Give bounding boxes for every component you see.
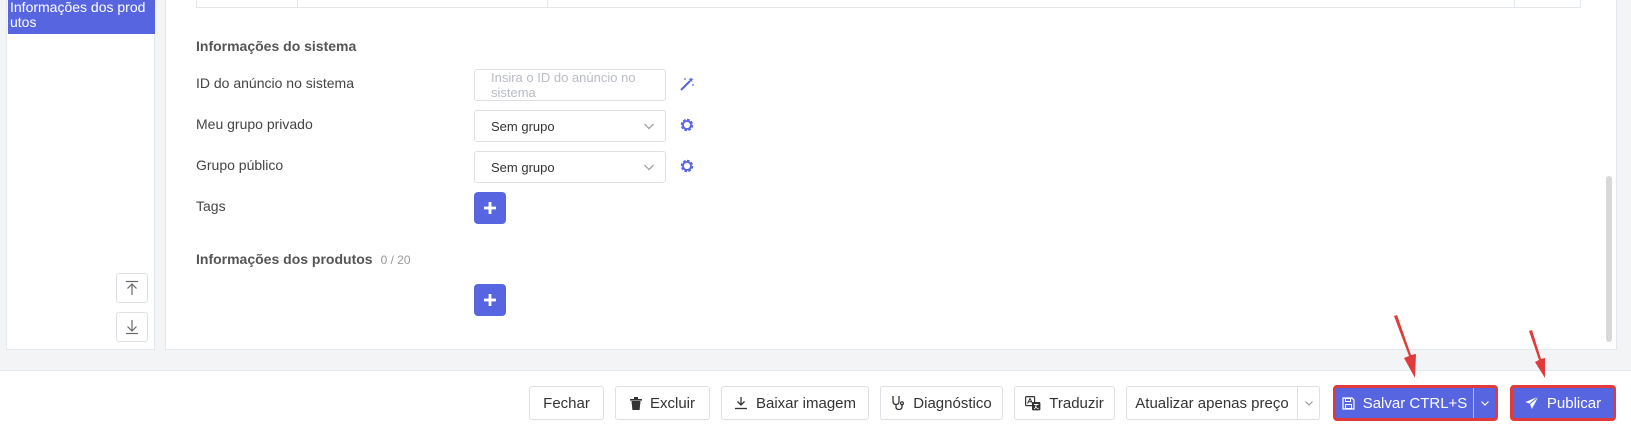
close-button-label: Fechar [543, 394, 590, 412]
gear-icon[interactable] [678, 116, 696, 134]
download-image-button[interactable]: Baixar imagem [721, 386, 869, 420]
magic-wand-icon[interactable] [678, 75, 696, 93]
delete-button[interactable]: Excluir [615, 386, 710, 420]
main-panel: Informações do sistema ID do anúncio no … [165, 0, 1617, 350]
sidebar-item-product-info[interactable]: Informações dos produtos [8, 0, 155, 34]
send-icon [1525, 396, 1539, 409]
tags-label: Tags [196, 198, 226, 214]
update-price-button[interactable]: Atualizar apenas preço [1126, 386, 1320, 420]
add-tag-button[interactable] [474, 192, 506, 224]
chevron-down-icon [644, 164, 654, 171]
delete-button-label: Excluir [649, 394, 695, 412]
save-button[interactable]: Salvar CTRL+S [1334, 386, 1497, 420]
system-info-title: Informações do sistema [196, 38, 357, 54]
translate-label: Traduzir [1049, 394, 1104, 412]
gear-icon[interactable] [678, 157, 696, 175]
close-button[interactable]: Fechar [529, 386, 604, 420]
save-icon [1342, 396, 1355, 410]
vertical-scrollbar[interactable] [1606, 176, 1612, 342]
translate-icon [1025, 395, 1041, 410]
sidebar: Informações dos produtos [6, 0, 155, 350]
ad-id-input[interactable]: Insira o ID do anúncio no sistema [474, 69, 666, 101]
footer-toolbar: Fechar Excluir Baixar imagem Diagnóstico… [0, 370, 1631, 436]
download-image-label: Baixar imagem [755, 394, 857, 412]
product-count: 0 / 20 [380, 253, 411, 267]
save-dropdown[interactable] [1473, 388, 1495, 418]
diagnostic-button[interactable]: Diagnóstico [880, 386, 1003, 420]
stethoscope-icon [892, 396, 905, 411]
translate-button[interactable]: Traduzir [1014, 386, 1115, 420]
chevron-down-icon [1304, 401, 1313, 406]
arrow-to-bottom-icon [126, 320, 138, 335]
public-group-select[interactable]: Sem grupo [474, 151, 666, 183]
update-price-label: Atualizar apenas preço [1135, 394, 1289, 412]
scroll-to-bottom-button[interactable] [116, 312, 148, 342]
arrow-to-top-icon [126, 280, 138, 295]
private-group-value: Sem grupo [491, 118, 555, 134]
trash-icon [629, 396, 642, 410]
scroll-to-top-button[interactable] [116, 273, 148, 303]
ad-id-label: ID do anúncio no sistema [196, 75, 354, 91]
add-product-button[interactable] [474, 284, 506, 316]
product-info-title-text: Informações dos produtos [196, 251, 373, 267]
product-info-title: Informações dos produtos 0 / 20 [196, 251, 411, 267]
plus-icon [484, 294, 496, 306]
private-group-label: Meu grupo privado [196, 116, 313, 132]
ad-id-placeholder: Insira o ID do anúncio no sistema [491, 70, 636, 100]
publish-button[interactable]: Publicar [1511, 386, 1615, 420]
save-label: Salvar CTRL+S [1362, 394, 1468, 412]
table-bottom-edge [196, 0, 1581, 8]
download-icon [734, 397, 747, 410]
publish-label: Publicar [1546, 394, 1602, 412]
update-price-dropdown[interactable] [1297, 387, 1319, 419]
private-group-select[interactable]: Sem grupo [474, 110, 666, 142]
public-group-value: Sem grupo [491, 159, 555, 175]
chevron-down-icon [644, 123, 654, 130]
plus-icon [484, 202, 496, 214]
diagnostic-label: Diagnóstico [913, 394, 992, 412]
public-group-label: Grupo público [196, 157, 284, 173]
chevron-down-icon [1480, 401, 1489, 406]
